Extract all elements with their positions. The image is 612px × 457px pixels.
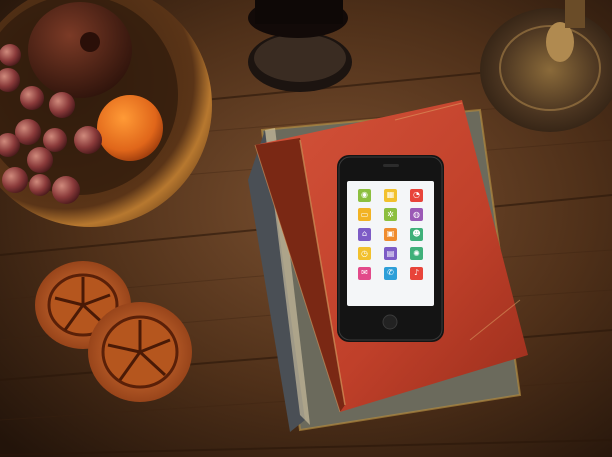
chat-icon: ▭: [358, 208, 371, 222]
mail-icon: ✉: [358, 266, 371, 280]
pomegranate: [28, 2, 132, 98]
dried-fruit-slice: [88, 302, 192, 402]
bank-icon: ⌂: [358, 227, 371, 241]
gear-icon: ✲: [384, 208, 397, 222]
music-icon: ♪: [410, 266, 423, 280]
orange: [97, 95, 163, 161]
still-life-scene: [0, 0, 612, 457]
goblet: [248, 0, 352, 92]
globe-icon: ◍: [410, 208, 423, 222]
media-icon: ▤: [384, 247, 397, 261]
calendar-icon: ▦: [384, 188, 397, 202]
rss-icon: ◔: [410, 188, 423, 202]
settings-icon: ✺: [410, 247, 423, 261]
phone-icon: ✆: [384, 266, 397, 280]
phone-screen: ◉ ▦ ◔ ▭ ✲ ◍ ⌂ ▣ ☻ ◷ ▤ ✺ ✉ ✆ ♪: [347, 181, 434, 306]
people-icon: ☻: [410, 227, 423, 241]
photo-icon: ▣: [384, 227, 397, 241]
eye-icon: ◉: [358, 188, 371, 202]
clock-icon: ◷: [358, 247, 371, 261]
